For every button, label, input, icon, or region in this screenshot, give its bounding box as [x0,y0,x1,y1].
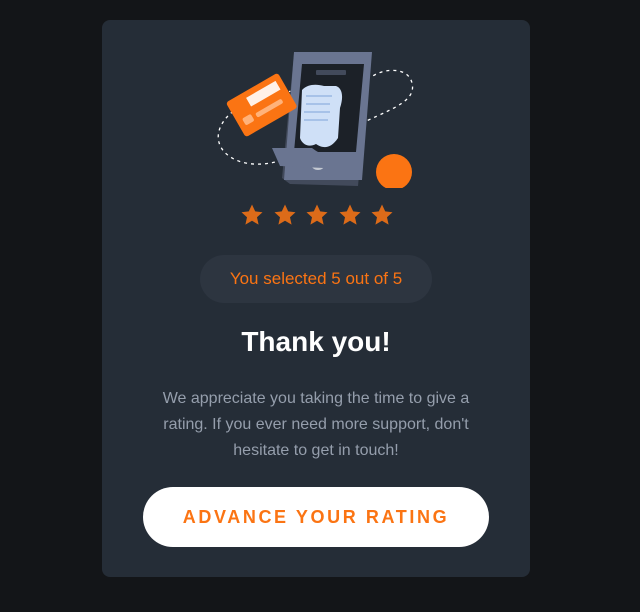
thank-you-message: We appreciate you taking the time to giv… [162,390,470,459]
star-icon [306,204,328,225]
star-icon [241,204,263,225]
rating-stars [240,203,394,227]
page-title: Thank you! [241,326,391,357]
advance-rating-button[interactable]: ADVANCE YOUR RATING [143,487,489,547]
star-icon [339,204,360,225]
selected-rating-badge: You selected 5 out of 5 [200,255,432,303]
star-icon [274,204,295,225]
payment-phone-illustration-icon [217,52,414,188]
star-icon [371,204,393,225]
thank-you-card: You selected 5 out of 5 Thank you! We ap… [102,20,530,577]
